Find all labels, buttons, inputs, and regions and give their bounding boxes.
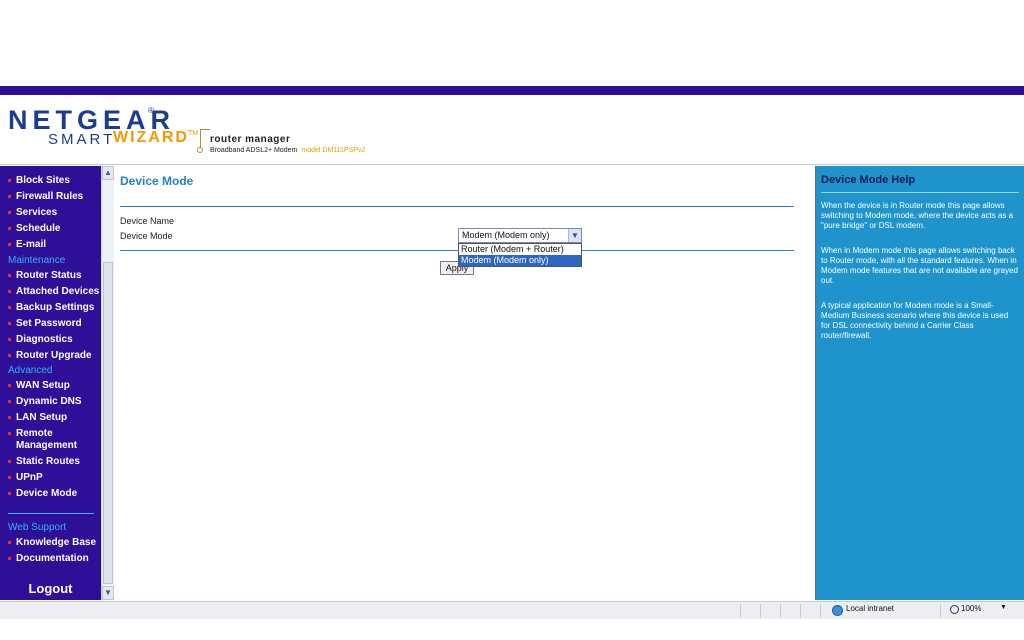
status-cell: [820, 604, 821, 618]
chevron-down-icon[interactable]: ▼: [568, 229, 581, 242]
device-mode-select-value: Modem (Modem only): [462, 230, 550, 240]
sidebar-item-email[interactable]: E-mail: [0, 239, 101, 251]
sidebar-item-dynamic-dns[interactable]: Dynamic DNS: [0, 396, 101, 408]
sidebar-item-backup-settings[interactable]: Backup Settings: [0, 302, 101, 314]
sidebar-item-static-routes[interactable]: Static Routes: [0, 456, 101, 468]
logo-connector-line: [200, 129, 201, 149]
sidebar-item-knowledge-base[interactable]: Knowledge Base: [0, 537, 101, 549]
browser-status-bar: Local intranet 100% ▼: [0, 601, 1024, 619]
logo-connector-dot-icon: [197, 147, 203, 153]
status-cell: [740, 604, 741, 618]
main-content: Device Mode Device Name Device Mode Mode…: [115, 166, 815, 600]
security-zone-label: Local intranet: [846, 604, 895, 613]
sidebar-item-set-password[interactable]: Set Password: [0, 318, 101, 330]
device-name-label: Device Name: [120, 216, 175, 226]
status-cell: [940, 604, 941, 618]
sidebar-section-web-support: Web Support: [8, 522, 67, 533]
smartwizard-logo-smart: SMART: [48, 131, 116, 148]
smartwizard-logo-wizard: WIZARD: [113, 129, 189, 146]
top-color-bar: [0, 86, 1024, 95]
sidebar-item-device-mode[interactable]: Device Mode: [0, 488, 101, 500]
zoom-level[interactable]: 100%: [961, 604, 981, 613]
router-manager-label: router manager: [210, 134, 291, 145]
scroll-thumb[interactable]: [103, 262, 113, 584]
sidebar-item-schedule[interactable]: Schedule: [0, 223, 101, 235]
sidebar-section-maintenance: Maintenance: [8, 255, 66, 266]
trademark-mark: TM: [188, 130, 199, 137]
title-divider: [120, 206, 794, 207]
page-title: Device Mode: [120, 174, 194, 188]
help-paragraph-2: When in Modem mode this page allows swit…: [821, 246, 1019, 285]
product-model: model DM111PSPv2: [301, 147, 366, 154]
option-modem-mode[interactable]: Modem (Modem only): [459, 255, 581, 266]
logo-connector-line-h: [200, 129, 210, 130]
sidebar-item-block-sites[interactable]: Block Sites: [0, 175, 101, 187]
sidebar-section-advanced: Advanced: [8, 365, 53, 376]
browser-top-area: [0, 0, 1024, 86]
sidebar-item-firewall-rules[interactable]: Firewall Rules: [0, 191, 101, 203]
sidebar-item-lan-setup[interactable]: LAN Setup: [0, 412, 101, 424]
product-name: Broadband ADSL2+ Modem: [210, 147, 298, 154]
status-cell: [800, 604, 801, 618]
help-paragraph-1: When the device is in Router mode this p…: [821, 201, 1014, 230]
option-router-mode[interactable]: Router (Modem + Router): [459, 244, 581, 255]
zoom-dropdown-icon[interactable]: ▼: [1000, 604, 1007, 611]
help-divider: [821, 192, 1019, 193]
sidebar-item-diagnostics[interactable]: Diagnostics: [0, 334, 101, 346]
magnifier-icon: [950, 605, 959, 614]
scroll-up-icon[interactable]: ▲: [102, 166, 114, 180]
sidebar-nav: Block Sites Firewall Rules Services Sche…: [0, 166, 101, 600]
sidebar-item-router-upgrade[interactable]: Router Upgrade: [0, 350, 101, 362]
sidebar-item-services[interactable]: Services: [0, 207, 101, 219]
logout-button[interactable]: Logout: [0, 581, 101, 596]
device-mode-dropdown-list: Router (Modem + Router) Modem (Modem onl…: [458, 243, 582, 267]
device-mode-label: Device Mode: [120, 231, 173, 241]
sidebar-item-documentation[interactable]: Documentation: [0, 553, 101, 565]
sidebar-item-upnp[interactable]: UPnP: [0, 472, 101, 484]
page-header: NETGEAR ® SMART WIZARD TM router manager…: [0, 95, 1024, 165]
bottom-area: [0, 620, 1024, 640]
registered-mark: ®: [148, 106, 154, 115]
sidebar-separator: [8, 513, 94, 514]
help-panel: Device Mode Help When the device is in R…: [815, 166, 1024, 600]
help-title: Device Mode Help: [821, 174, 916, 186]
sidebar-item-router-status[interactable]: Router Status: [0, 270, 101, 282]
sidebar-item-attached-devices[interactable]: Attached Devices: [0, 286, 101, 298]
device-mode-select[interactable]: Modem (Modem only) ▼: [458, 228, 582, 243]
sidebar-scrollbar[interactable]: ▲ ▼: [101, 166, 114, 600]
form-divider: [120, 250, 794, 251]
status-cell: [760, 604, 761, 618]
globe-icon: [832, 605, 843, 616]
help-paragraph-3: A typical application for Modem mode is …: [821, 301, 1009, 340]
scroll-down-icon[interactable]: ▼: [102, 586, 114, 600]
status-cell: [780, 604, 781, 618]
product-line: Broadband ADSL2+ Modem model DM111PSPv2: [210, 147, 365, 154]
sidebar-item-remote-management[interactable]: Remote Management: [0, 428, 80, 452]
sidebar-item-wan-setup[interactable]: WAN Setup: [0, 380, 101, 392]
